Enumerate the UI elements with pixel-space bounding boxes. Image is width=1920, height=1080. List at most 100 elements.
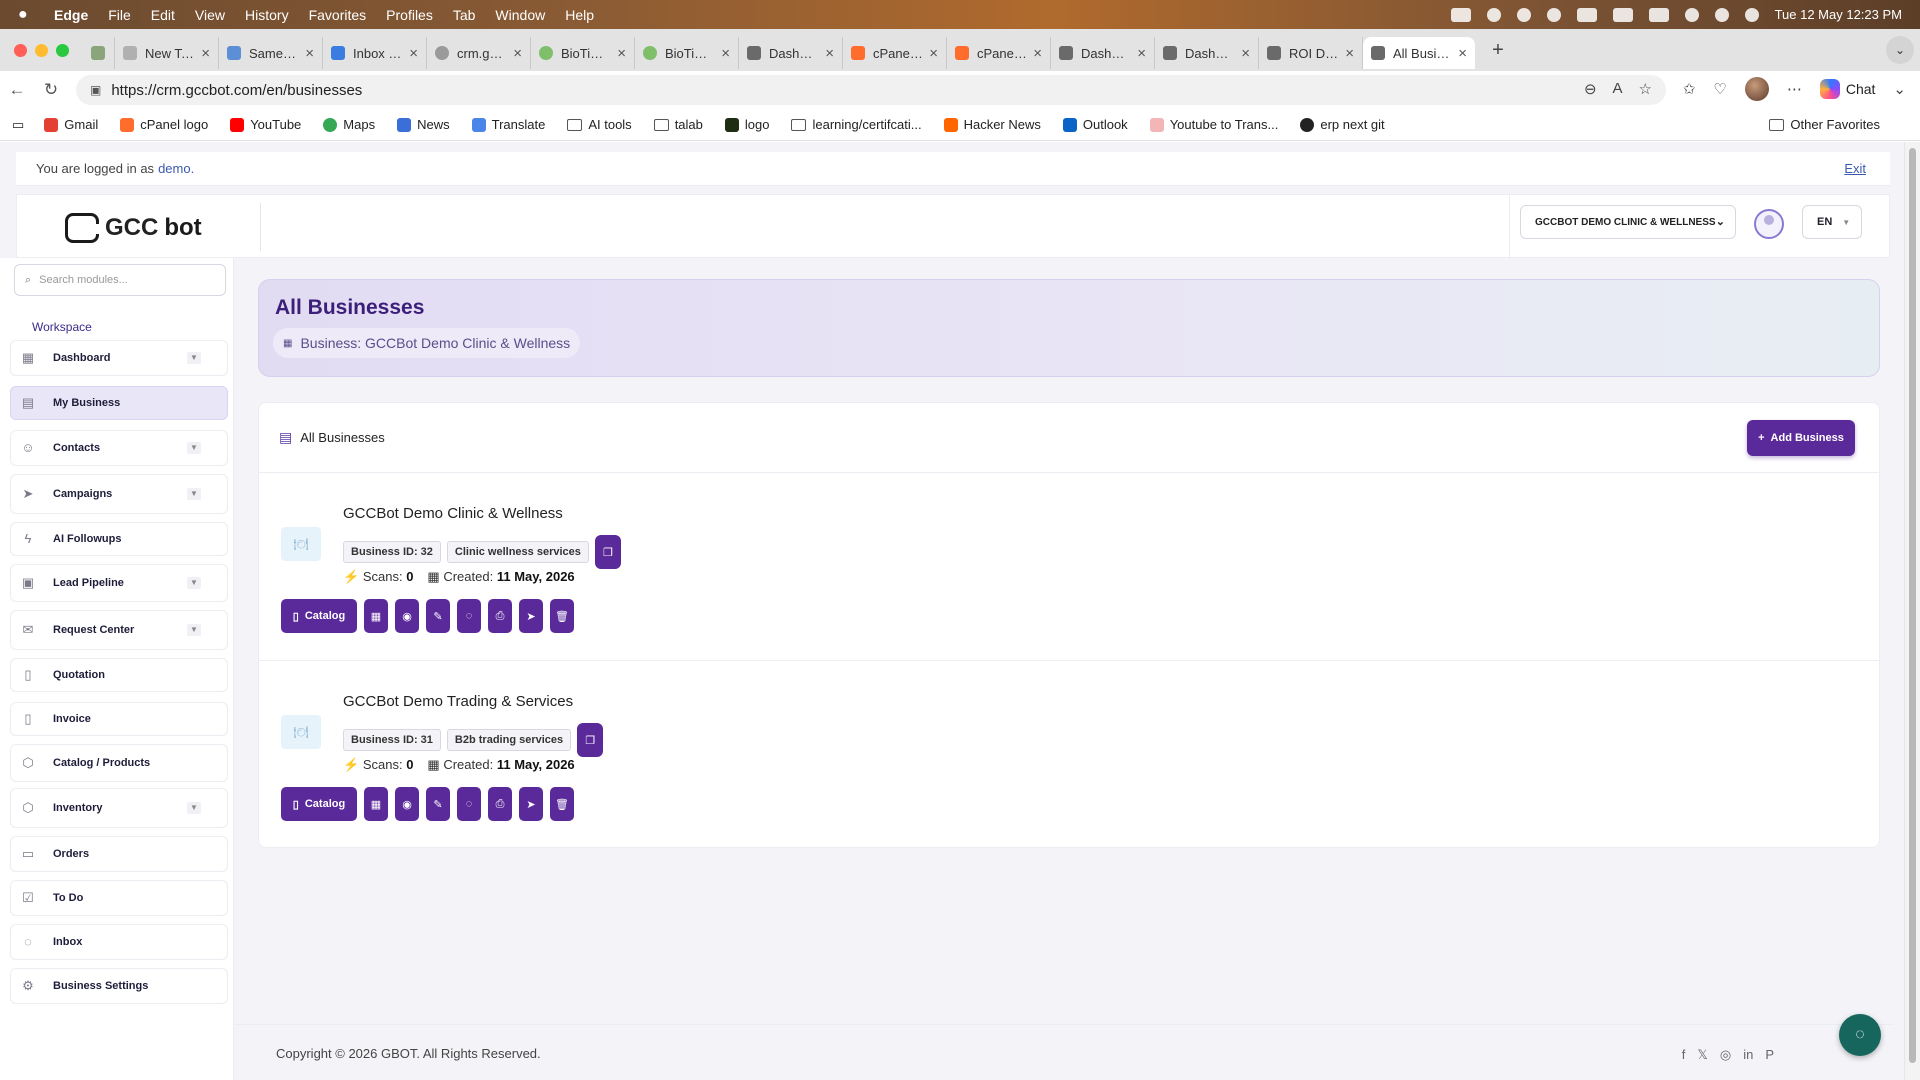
sidebar-item-contacts[interactable]: ☺ Contacts ▼ bbox=[10, 430, 228, 466]
battery-icon[interactable] bbox=[1648, 7, 1669, 22]
new-tab-button[interactable]: + bbox=[1483, 39, 1513, 62]
apple-icon[interactable]: ● bbox=[18, 6, 38, 24]
qr-code-button[interactable]: ▦ bbox=[364, 787, 388, 821]
view-button[interactable]: ◉ bbox=[395, 599, 419, 633]
page-scrollbar[interactable] bbox=[1904, 142, 1920, 1080]
menu-file[interactable]: File bbox=[108, 7, 131, 23]
tab-cpanel-tools[interactable]: cPanel - Too× bbox=[843, 37, 947, 69]
bookmark-ai-tools[interactable]: AI tools bbox=[567, 117, 632, 132]
bookmark-logo[interactable]: logo bbox=[724, 117, 769, 132]
close-tab-icon[interactable]: × bbox=[409, 45, 418, 62]
control-center-icon[interactable] bbox=[1744, 7, 1759, 22]
sidebar-item-ai-followups[interactable]: ϟ AI Followups bbox=[10, 522, 228, 556]
chat-support-button[interactable]: ◌ bbox=[1839, 1014, 1881, 1056]
sidebar-item-catalog-products[interactable]: ⬡ Catalog / Products bbox=[10, 744, 228, 782]
menu-app[interactable]: Edge bbox=[54, 7, 88, 23]
tab-inbox[interactable]: Inbox - Ahm× bbox=[323, 37, 427, 69]
close-tab-icon[interactable]: × bbox=[1241, 45, 1250, 62]
whatsapp-button[interactable]: ◌ bbox=[457, 787, 481, 821]
cloud-sync-icon[interactable] bbox=[1546, 7, 1561, 22]
close-tab-icon[interactable]: × bbox=[201, 45, 210, 62]
favorite-star-icon[interactable]: ☆ bbox=[1639, 80, 1652, 98]
address-bar[interactable]: ▣ https://crm.gccbot.com/en/businesses ⊖… bbox=[76, 75, 1666, 105]
sidebar-item-my-business[interactable]: ▤ My Business bbox=[10, 386, 228, 420]
messenger-icon[interactable] bbox=[1486, 7, 1501, 22]
bookmark-talab[interactable]: talab bbox=[653, 117, 703, 132]
module-search-input[interactable]: ⌕ Search modules... bbox=[14, 264, 226, 296]
menu-profiles[interactable]: Profiles bbox=[386, 7, 433, 23]
tab-cpanel-files[interactable]: cPanel File M× bbox=[947, 37, 1051, 69]
tab-biotime-1[interactable]: BioTime 8.5× bbox=[531, 37, 635, 69]
reload-button[interactable]: ↻ bbox=[34, 80, 68, 100]
instagram-icon[interactable]: ◎ bbox=[1720, 1047, 1731, 1063]
bookmark-cpanel-logo[interactable]: cPanel logo bbox=[120, 117, 208, 132]
tab-new-tab[interactable]: New Tab × bbox=[115, 37, 219, 69]
catalog-button[interactable]: ▯ Catalog bbox=[281, 787, 357, 821]
sidebar-item-orders[interactable]: ▭ Orders bbox=[10, 836, 228, 872]
site-info-icon[interactable]: ▣ bbox=[90, 83, 101, 97]
read-aloud-icon[interactable]: A bbox=[1613, 80, 1623, 98]
bookmark-news[interactable]: News bbox=[397, 117, 450, 132]
tab-crm[interactable]: crm.gccbot.× bbox=[427, 37, 531, 69]
favorites-icon[interactable]: ✩ bbox=[1683, 80, 1696, 98]
language-select[interactable]: EN ▼ bbox=[1802, 205, 1862, 239]
menu-tab[interactable]: Tab bbox=[453, 7, 476, 23]
screen-record-icon[interactable] bbox=[1450, 7, 1471, 22]
tab-dashboard-1[interactable]: Dashboard -× bbox=[739, 37, 843, 69]
close-tab-icon[interactable]: × bbox=[929, 45, 938, 62]
catalog-button[interactable]: ▯ Catalog bbox=[281, 599, 357, 633]
close-tab-icon[interactable]: × bbox=[1345, 45, 1354, 62]
exit-link[interactable]: Exit bbox=[1844, 161, 1866, 176]
menu-edit[interactable]: Edit bbox=[151, 7, 175, 23]
sidebar-toggle-icon[interactable]: ▭ bbox=[12, 117, 24, 133]
linkedin-icon[interactable]: in bbox=[1743, 1047, 1753, 1063]
tab-all-businesses[interactable]: All Business× bbox=[1363, 37, 1475, 69]
sidebar-item-request-center[interactable]: ✉ Request Center ▼ bbox=[10, 610, 228, 650]
sidebar-item-to-do[interactable]: ☑ To Do bbox=[10, 880, 228, 916]
chevron-down-icon[interactable]: ⌄ bbox=[1893, 80, 1906, 98]
menu-window[interactable]: Window bbox=[495, 7, 545, 23]
business-name[interactable]: GCCBot Demo Clinic & Wellness bbox=[343, 505, 563, 522]
workspaces-tab[interactable] bbox=[83, 37, 115, 69]
bookmark-outlook[interactable]: Outlook bbox=[1062, 117, 1128, 132]
add-business-button[interactable]: + Add Business bbox=[1747, 420, 1855, 456]
delete-button[interactable]: 🗑 bbox=[550, 599, 574, 633]
bookmark-translate[interactable]: Translate bbox=[471, 117, 545, 132]
sidebar-item-campaigns[interactable]: ➤ Campaigns ▼ bbox=[10, 474, 228, 514]
gccbot-logo[interactable]: GCC bot bbox=[65, 213, 202, 243]
tab-samer[interactable]: Samer Sir - A× bbox=[219, 37, 323, 69]
browser-essentials-icon[interactable]: ♡ bbox=[1713, 80, 1726, 98]
menu-favorites[interactable]: Favorites bbox=[309, 7, 367, 23]
whatsapp-button[interactable]: ◌ bbox=[457, 599, 481, 633]
print-button[interactable]: ⎙ bbox=[488, 599, 512, 633]
user-avatar[interactable] bbox=[1754, 209, 1784, 239]
share-button[interactable]: ➤ bbox=[519, 599, 543, 633]
copilot-chat-button[interactable]: Chat bbox=[1819, 79, 1875, 99]
profile-avatar[interactable] bbox=[1744, 77, 1769, 101]
close-tab-icon[interactable]: × bbox=[825, 45, 834, 62]
sidebar-item-dashboard[interactable]: ▦ Dashboard ▼ bbox=[10, 340, 228, 376]
close-tab-icon[interactable]: × bbox=[721, 45, 730, 62]
back-button[interactable]: ← bbox=[0, 80, 34, 100]
pinterest-icon[interactable]: P bbox=[1765, 1047, 1774, 1063]
sidebar-item-inventory[interactable]: ⬡ Inventory ▼ bbox=[10, 788, 228, 828]
business-select[interactable]: GCCBOT DEMO CLINIC & WELLNESS ⌄ bbox=[1520, 205, 1736, 239]
other-favorites[interactable]: Other Favorites bbox=[1769, 117, 1880, 132]
edit-button[interactable]: ✎ bbox=[426, 787, 450, 821]
tab-biotime-2[interactable]: BioTime 8.5× bbox=[635, 37, 739, 69]
close-tab-icon[interactable]: × bbox=[1458, 45, 1467, 62]
bookmark-youtube-trans[interactable]: Youtube to Trans... bbox=[1149, 117, 1278, 132]
zoom-icon[interactable]: ⊖ bbox=[1584, 80, 1597, 98]
qr-code-button[interactable]: ▦ bbox=[364, 599, 388, 633]
close-tab-icon[interactable]: × bbox=[1137, 45, 1146, 62]
delete-button[interactable]: 🗑 bbox=[550, 787, 574, 821]
input-source-icon[interactable] bbox=[1612, 7, 1633, 22]
facebook-icon[interactable]: f bbox=[1682, 1047, 1686, 1063]
copy-button[interactable]: ❐ bbox=[594, 535, 621, 569]
share-button[interactable]: ➤ bbox=[519, 787, 543, 821]
sidebar-item-invoice[interactable]: ▯ Invoice bbox=[10, 702, 228, 736]
cloud-icon[interactable] bbox=[1516, 7, 1531, 22]
business-name[interactable]: GCCBot Demo Trading & Services bbox=[343, 693, 573, 710]
menu-history[interactable]: History bbox=[245, 7, 289, 23]
bookmark-maps[interactable]: Maps bbox=[323, 117, 375, 132]
